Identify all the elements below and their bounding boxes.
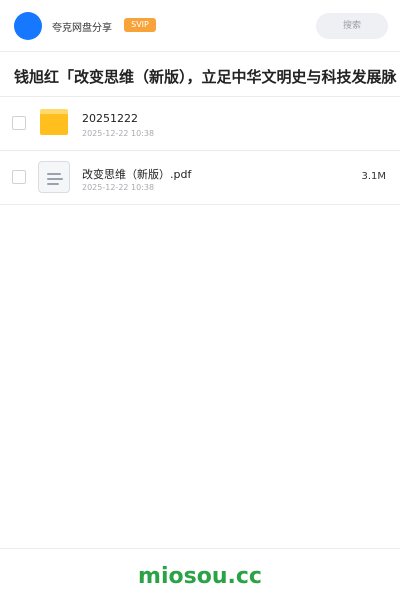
document-icon [38, 161, 70, 193]
file-name[interactable]: 20251222 [82, 112, 138, 125]
file-name[interactable]: 改变思维（新版）.pdf [82, 166, 191, 182]
file-row-pdf[interactable]: 改变思维（新版）.pdf 2025-12-22 10:38 3.1M [0, 151, 400, 205]
file-size: 3.1M [361, 171, 386, 182]
footer: miosou.cc [0, 548, 400, 600]
file-row-folder[interactable]: 20251222 2025-12-22 10:38 [0, 97, 400, 151]
row-checkbox[interactable] [12, 170, 26, 184]
row-checkbox[interactable] [12, 116, 26, 130]
page-title: 钱旭红「改变思维（新版），立足中华文明史与科技发展脉 [14, 68, 397, 86]
avatar[interactable] [14, 12, 42, 40]
search-input[interactable]: 搜索 [316, 13, 388, 39]
file-date: 2025-12-22 10:38 [82, 183, 155, 192]
top-bar: 夸克网盘分享 SVIP 搜索 [0, 0, 400, 52]
svip-badge: SVIP [124, 18, 156, 32]
title-bar: 钱旭红「改变思维（新版），立足中华文明史与科技发展脉 [0, 53, 400, 97]
site-brand[interactable]: miosou.cc [0, 564, 400, 589]
folder-icon [40, 109, 68, 135]
app-name: 夸克网盘分享 [52, 23, 112, 34]
file-date: 2025-12-22 10:38 [82, 129, 155, 138]
